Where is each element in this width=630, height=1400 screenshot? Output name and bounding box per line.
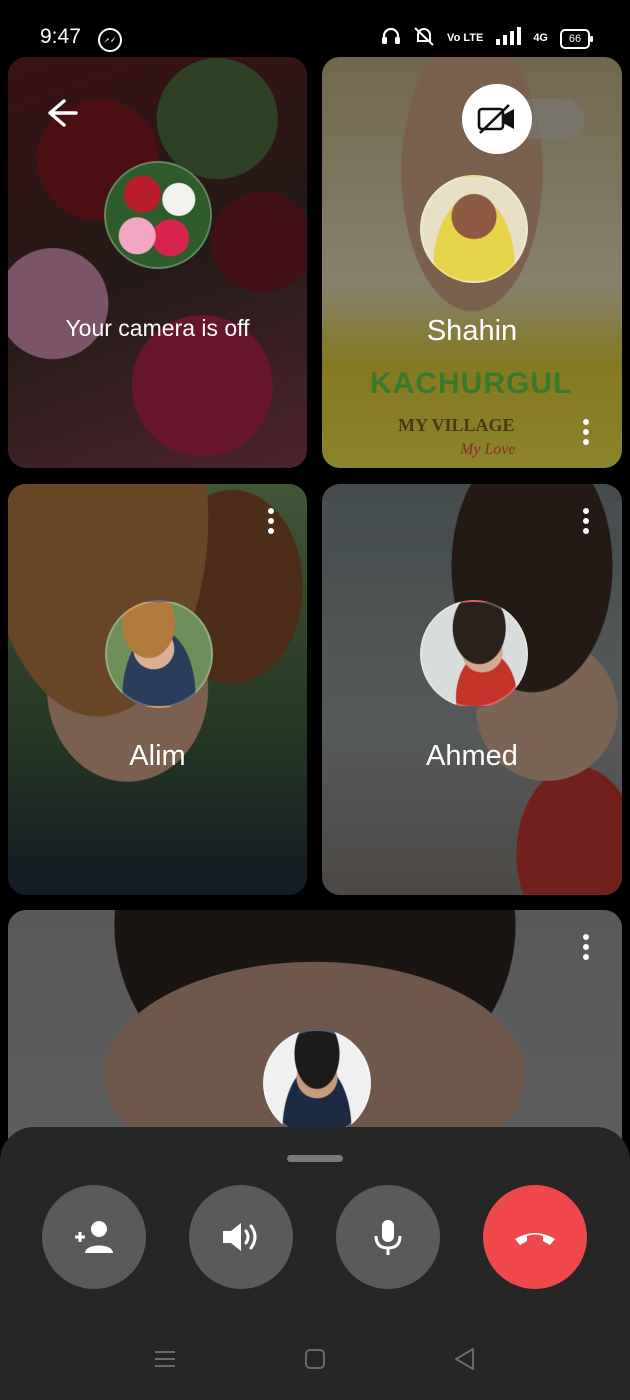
self-avatar xyxy=(104,161,212,269)
camera-off-text: Your camera is off xyxy=(65,315,250,341)
back-arrow-icon xyxy=(48,99,78,127)
ahmed-avatar xyxy=(420,600,528,708)
mute-button[interactable] xyxy=(336,1185,440,1289)
banner-subtext-2: My Love xyxy=(460,441,516,458)
status-bar: 9:47 Vo LTE 4G 66 xyxy=(0,0,630,56)
call-controls-sheet[interactable] xyxy=(0,1127,630,1400)
participant-tile-ahmed[interactable]: Ahmed xyxy=(322,484,622,895)
participant-name: Alim xyxy=(129,740,186,772)
camera-off-icon xyxy=(477,104,514,134)
end-call-button[interactable] xyxy=(483,1185,587,1289)
participant-name: Ahmed xyxy=(426,740,518,772)
messenger-icon xyxy=(98,28,122,52)
back-nav-icon[interactable] xyxy=(453,1347,477,1376)
sheet-drag-handle[interactable] xyxy=(287,1155,343,1162)
network-type-label: 4G xyxy=(533,32,548,44)
add-person-icon xyxy=(75,1221,113,1253)
shahin-avatar xyxy=(420,175,528,283)
signal-icon xyxy=(495,27,522,50)
volte-label: Vo LTE xyxy=(447,32,484,44)
participant-name: Shahin xyxy=(426,315,518,347)
battery-icon: 66 xyxy=(560,28,593,49)
headphones-icon xyxy=(381,27,401,50)
camera-toggle-button[interactable] xyxy=(462,84,532,154)
end-call-icon xyxy=(515,1233,555,1245)
mic-icon xyxy=(374,1220,402,1255)
self-tile[interactable]: Your camera is off xyxy=(8,57,307,468)
status-time: 9:47 xyxy=(40,25,81,48)
more-options-icon[interactable] xyxy=(582,934,590,964)
participant-tile-alim[interactable]: Alim xyxy=(8,484,307,895)
add-person-button[interactable] xyxy=(42,1185,146,1289)
more-options-icon[interactable] xyxy=(582,419,590,449)
system-nav-bar xyxy=(0,1347,630,1377)
mute-bell-icon xyxy=(413,26,435,51)
more-options-icon[interactable] xyxy=(267,508,275,538)
recents-menu-icon[interactable] xyxy=(153,1347,177,1376)
speaker-icon xyxy=(223,1223,257,1251)
alim-avatar xyxy=(105,600,213,708)
back-button[interactable] xyxy=(44,95,80,131)
banner-subtext: MY VILLAGE xyxy=(398,415,515,435)
speaker-button[interactable] xyxy=(189,1185,293,1289)
participant-tile-shahin[interactable]: KACHURGUL MY VILLAGE My Love Shahin xyxy=(322,57,622,468)
participant-4-avatar xyxy=(263,1029,371,1137)
banner-text: KACHURGUL xyxy=(370,367,573,400)
more-options-icon[interactable] xyxy=(582,508,590,538)
home-icon[interactable] xyxy=(304,1347,326,1376)
battery-level: 66 xyxy=(568,32,582,45)
